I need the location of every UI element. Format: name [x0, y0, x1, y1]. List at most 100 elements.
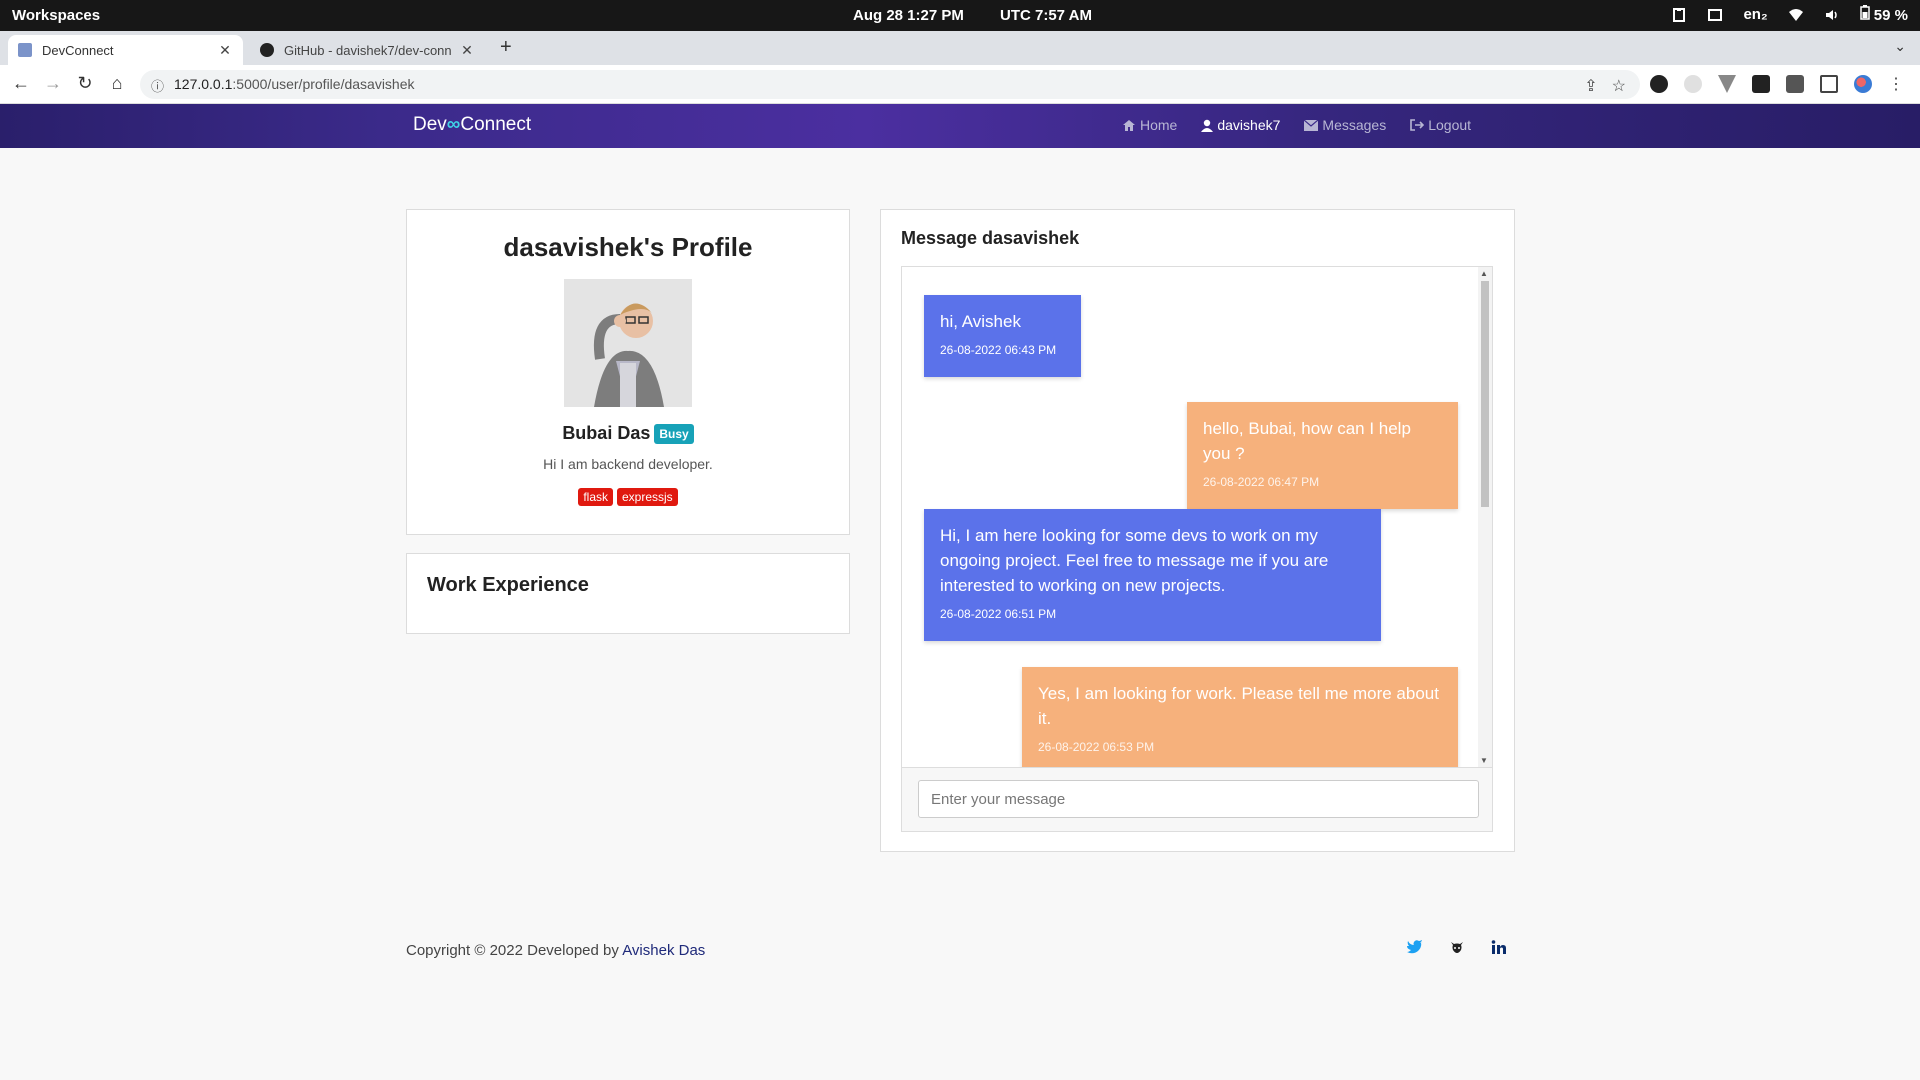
tab-devconnect[interactable]: DevConnect ✕ — [8, 35, 243, 65]
wifi-icon[interactable] — [1788, 7, 1804, 23]
os-clock[interactable]: Aug 28 1:27 PM — [853, 7, 964, 24]
tab-title: DevConnect — [42, 42, 114, 58]
devconnect-favicon-icon — [18, 43, 32, 57]
address-bar[interactable]: ⓘ 127.0.0.1:5000/user/profile/dasavishek… — [140, 70, 1640, 99]
share-icon[interactable]: ⇪ — [1584, 76, 1597, 96]
nav-messages-label: Messages — [1322, 117, 1387, 133]
battery-percent: 59 % — [1873, 7, 1908, 24]
puzzle-extensions-icon[interactable] — [1786, 75, 1804, 93]
skill-tag: flask — [578, 488, 613, 506]
back-arrow-icon[interactable]: ← — [10, 73, 32, 94]
url-path: :5000/user/profile/dasavishek — [232, 76, 415, 92]
extension-h-icon[interactable] — [1650, 75, 1668, 93]
message-bubble-outgoing: hello, Bubai, how can I help you ? 26-08… — [1187, 402, 1458, 509]
battery-indicator[interactable]: 59 % — [1859, 5, 1908, 24]
message-time: 26-08-2022 06:51 PM — [940, 607, 1057, 621]
status-badge: Busy — [654, 423, 694, 444]
envelope-icon — [1304, 119, 1319, 131]
side-panel-icon[interactable] — [1820, 75, 1838, 93]
logout-icon — [1410, 119, 1425, 131]
user-icon — [1201, 119, 1214, 132]
nav-links: Home davishek7 Messages Logout — [1122, 117, 1471, 133]
copyright-text: Copyright © 2022 Developed by — [406, 942, 619, 959]
chat-scrollbar[interactable]: ▲ ▼ — [1478, 267, 1492, 767]
message-title: Message dasavishek — [901, 228, 1080, 248]
site-navbar: Dev∞Connect Home davishek7 Messages Logo… — [0, 104, 1920, 148]
message-card: Message dasavishek hi, Avishek 26-08-202… — [880, 209, 1515, 852]
vue-devtools-icon[interactable] — [1718, 75, 1736, 93]
close-tab-icon[interactable]: ✕ — [459, 42, 475, 59]
brand-text-connect: Connect — [460, 114, 532, 135]
message-bubble-incoming: Hi, I am here looking for some devs to w… — [924, 509, 1381, 641]
message-input[interactable] — [918, 780, 1479, 818]
message-bubble-outgoing: Yes, I am looking for work. Please tell … — [1022, 667, 1458, 767]
chat-history[interactable]: hi, Avishek 26-08-2022 06:43 PM hello, B… — [901, 266, 1493, 768]
skill-tag: expressjs — [617, 488, 678, 506]
reload-icon[interactable]: ↻ — [74, 73, 96, 94]
profile-bio: Hi I am backend developer. — [543, 456, 713, 472]
profile-avatar — [564, 279, 692, 407]
keyboard-language[interactable]: en₂ — [1743, 6, 1767, 23]
profile-title: dasavishek's Profile — [503, 232, 753, 262]
nav-logout-label: Logout — [1428, 117, 1472, 133]
skills-list: flask expressjs — [407, 488, 849, 506]
message-text: Yes, I am looking for work. Please tell … — [1038, 684, 1439, 728]
message-text: hello, Bubai, how can I help you ? — [1203, 419, 1411, 463]
brand-text-dev: Dev — [413, 114, 447, 135]
link-icon: ∞ — [446, 114, 461, 135]
battery-icon — [1859, 5, 1870, 20]
github-icon[interactable] — [1449, 940, 1465, 959]
close-tab-icon[interactable]: ✕ — [217, 42, 233, 59]
work-experience-title: Work Experience — [427, 574, 589, 596]
os-top-bar: Workspaces Aug 28 1:27 PM UTC 7:57 AM en… — [0, 0, 1920, 31]
site-info-icon[interactable]: ⓘ — [151, 76, 164, 95]
message-bubble-incoming: hi, Avishek 26-08-2022 06:43 PM — [924, 295, 1081, 377]
tab-title: GitHub - davishek7/dev-conn — [284, 42, 452, 58]
home-icon — [1123, 119, 1135, 131]
nav-user-label: davishek7 — [1217, 117, 1281, 133]
message-time: 26-08-2022 06:53 PM — [1038, 740, 1155, 754]
tab-search-chevron-down-icon[interactable]: ⌄ — [1894, 38, 1906, 55]
profile-card: dasavishek's Profile Bubai Das Busy Hi I… — [406, 209, 850, 535]
message-text: Hi, I am here looking for some devs to w… — [940, 526, 1329, 595]
clipboard-icon[interactable] — [1671, 7, 1687, 23]
url-host: 127.0.0.1 — [174, 76, 233, 92]
browser-tab-strip: DevConnect ✕ GitHub - davishek7/dev-conn… — [0, 31, 1920, 65]
profile-name: Bubai Das — [562, 423, 651, 443]
linkedin-icon[interactable] — [1491, 940, 1507, 958]
angular-icon[interactable] — [1752, 75, 1770, 93]
new-tab-button[interactable]: + — [500, 36, 512, 59]
workspaces-button[interactable]: Workspaces — [12, 7, 100, 24]
message-time: 26-08-2022 06:43 PM — [940, 343, 1057, 357]
twitter-icon[interactable] — [1407, 940, 1423, 958]
footer-copyright: Copyright © 2022 Developed by Avishek Da… — [406, 942, 705, 959]
message-input-area — [901, 768, 1493, 832]
profile-avatar-icon[interactable] — [1854, 75, 1872, 93]
browser-toolbar: ← → ↻ ⌂ ⓘ 127.0.0.1:5000/user/profile/da… — [0, 65, 1920, 104]
bookmark-star-icon[interactable]: ☆ — [1612, 76, 1626, 96]
notes-icon[interactable] — [1707, 7, 1723, 23]
scroll-down-icon[interactable]: ▼ — [1480, 756, 1488, 765]
forward-arrow-icon[interactable]: → — [42, 73, 64, 94]
nav-messages-link[interactable]: Messages — [1304, 117, 1386, 133]
os-utc-clock: UTC 7:57 AM — [1000, 7, 1092, 24]
nav-user-link[interactable]: davishek7 — [1201, 117, 1280, 133]
github-favicon-icon — [260, 43, 274, 57]
profile-name-row: Bubai Das Busy — [407, 423, 849, 444]
home-icon[interactable]: ⌂ — [106, 73, 128, 94]
system-tray: en₂ 59 % — [1671, 5, 1908, 24]
more-menu-icon[interactable]: ⋮ — [1888, 74, 1904, 94]
work-experience-card: Work Experience — [406, 553, 850, 634]
extensions-area: ⋮ — [1650, 74, 1904, 94]
volume-icon[interactable] — [1824, 7, 1840, 23]
extension-circle-icon[interactable] — [1684, 75, 1702, 93]
author-link[interactable]: Avishek Das — [622, 942, 705, 959]
tab-github[interactable]: GitHub - davishek7/dev-conn ✕ — [250, 35, 485, 65]
message-text: hi, Avishek — [940, 312, 1021, 331]
message-time: 26-08-2022 06:47 PM — [1203, 475, 1320, 489]
scroll-thumb[interactable] — [1481, 281, 1489, 507]
nav-home-link[interactable]: Home — [1122, 117, 1177, 133]
nav-logout-link[interactable]: Logout — [1410, 117, 1471, 133]
brand-logo[interactable]: Dev∞Connect — [413, 114, 531, 136]
scroll-up-icon[interactable]: ▲ — [1480, 269, 1488, 278]
